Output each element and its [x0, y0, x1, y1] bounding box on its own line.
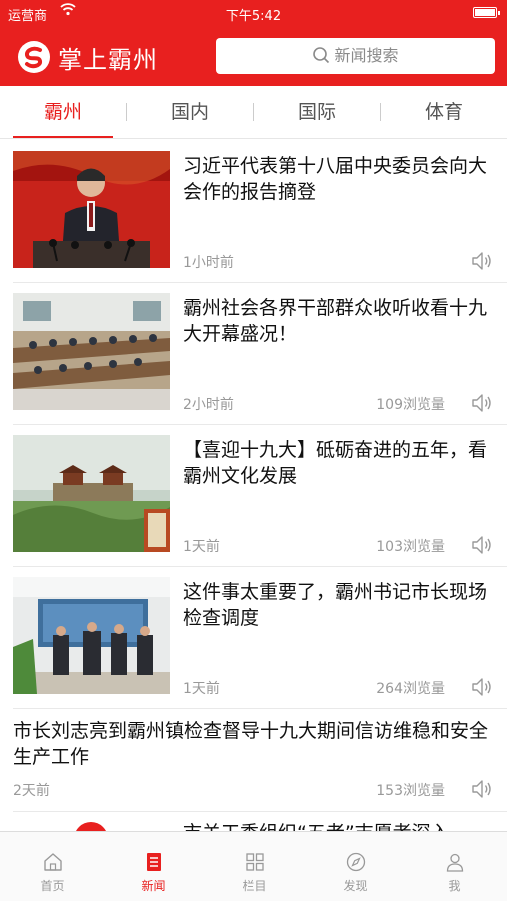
news-title[interactable]: 习近平代表第十八届中央委员会向大会作的报告摘登 [183, 153, 493, 205]
news-title[interactable]: 市长刘志亮到霸州镇检查督导十九大期间信访维稳和安全生产工作 [13, 718, 493, 770]
search-input[interactable]: 新闻搜索 [216, 38, 495, 74]
app-logo [18, 41, 50, 73]
news-item[interactable]: 习近平代表第十八届中央委员会向大会作的报告摘登 1小时前 [0, 151, 507, 282]
divider [13, 424, 507, 425]
news-time: 2天前 [13, 783, 50, 799]
divider [13, 566, 507, 567]
nav-me[interactable]: 我 [404, 832, 505, 901]
search-placeholder: 新闻搜索 [334, 46, 399, 65]
news-title[interactable]: 霸州社会各界干部群众收听收看十九大开幕盛况！ [183, 295, 493, 347]
battery-icon [473, 7, 500, 18]
speaker-icon[interactable] [470, 391, 494, 415]
news-time: 1天前 [183, 539, 220, 555]
nav-label: 首页 [40, 879, 65, 893]
news-item[interactable]: 霸州社会各界干部群众收听收看十九大开幕盛况！ 2小时前 109浏览量 [0, 293, 507, 424]
app-header: 掌上霸州 新闻搜索 [0, 26, 507, 86]
news-time: 1小时前 [183, 255, 234, 271]
nav-discover[interactable]: 发现 [305, 832, 406, 901]
tab-bazhou[interactable]: 霸州 [0, 86, 126, 138]
speaker-icon[interactable] [470, 675, 494, 699]
nav-label: 发现 [343, 879, 368, 893]
compass-icon [346, 852, 366, 872]
news-thumbnail [74, 822, 108, 831]
news-thumbnail [13, 293, 170, 410]
news-views: 109浏览量 [376, 397, 445, 413]
bottom-tab-bar: 首页 新闻 栏目 发现 我 [0, 831, 507, 901]
nav-label: 新闻 [141, 879, 166, 893]
grid-icon [246, 853, 264, 871]
tab-international[interactable]: 国际 [254, 86, 380, 138]
news-views: 153浏览量 [376, 783, 445, 799]
news-icon [147, 853, 161, 871]
divider [13, 282, 507, 283]
divider [13, 811, 507, 812]
nav-label: 栏目 [242, 879, 267, 893]
status-bar: 运营商 下午5:42 [0, 0, 507, 26]
speaker-icon[interactable] [470, 533, 494, 557]
nav-home[interactable]: 首页 [2, 832, 103, 901]
news-time: 2小时前 [183, 397, 234, 413]
news-thumbnail [13, 577, 170, 694]
nav-label: 我 [448, 879, 461, 893]
news-item-partial[interactable]: 市关工委组织“五老”志愿者深入 [0, 820, 507, 831]
tab-sports[interactable]: 体育 [381, 86, 507, 138]
news-views: 103浏览量 [376, 539, 445, 555]
home-icon [44, 853, 62, 871]
nav-news[interactable]: 新闻 [103, 832, 204, 901]
news-time: 1天前 [183, 681, 220, 697]
news-views: 264浏览量 [376, 681, 445, 697]
news-item[interactable]: 【喜迎十九大】砥砺奋进的五年，看霸州文化发展 1天前 103浏览量 [0, 435, 507, 566]
news-title[interactable]: 这件事太重要了，霸州书记市长现场检查调度 [183, 579, 493, 631]
speaker-icon[interactable] [470, 249, 494, 273]
news-item[interactable]: 这件事太重要了，霸州书记市长现场检查调度 1天前 264浏览量 [0, 577, 507, 708]
news-title[interactable]: 【喜迎十九大】砥砺奋进的五年，看霸州文化发展 [183, 437, 493, 489]
news-thumbnail [13, 435, 170, 552]
divider [13, 708, 507, 709]
speaker-icon[interactable] [470, 777, 494, 801]
news-thumbnail [13, 151, 170, 268]
app-title: 掌上霸州 [58, 46, 158, 74]
tab-domestic[interactable]: 国内 [127, 86, 253, 138]
category-tabs: 霸州 国内 国际 体育 [0, 86, 507, 139]
news-item[interactable]: 市长刘志亮到霸州镇检查督导十九大期间信访维稳和安全生产工作 2天前 153浏览量 [0, 716, 507, 811]
search-icon [313, 47, 330, 64]
clock: 下午5:42 [225, 9, 282, 24]
news-title[interactable]: 市关工委组织“五老”志愿者深入 [183, 820, 493, 831]
user-icon [446, 853, 464, 872]
nav-columns[interactable]: 栏目 [204, 832, 305, 901]
